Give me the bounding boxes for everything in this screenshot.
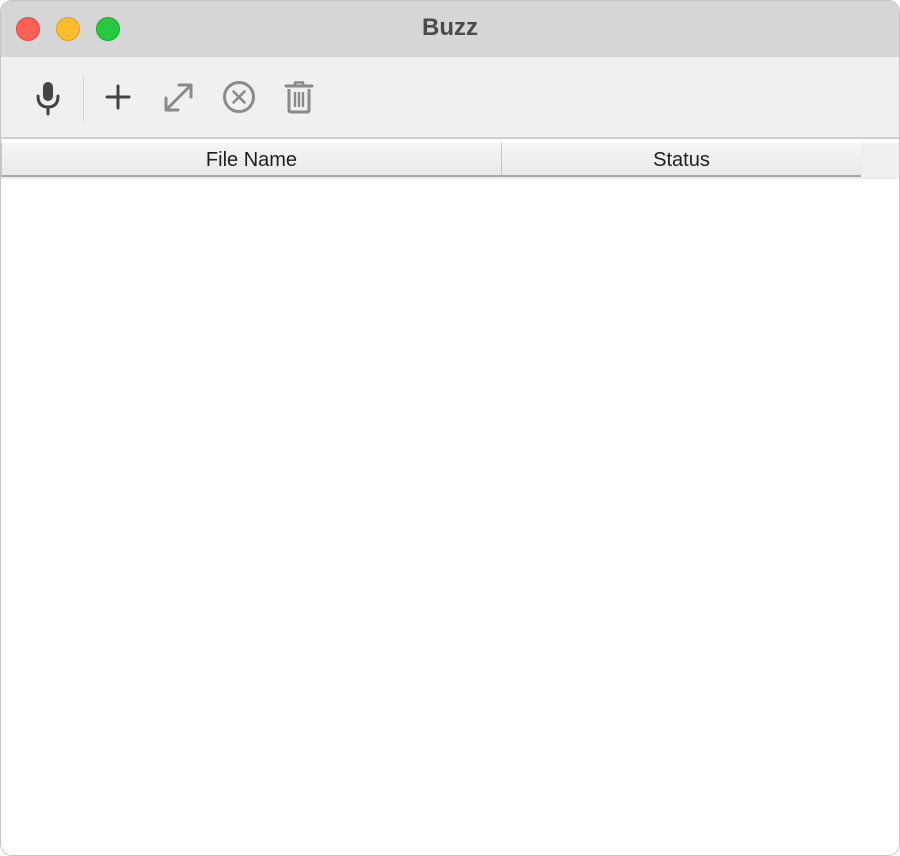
column-header-file-name[interactable]: File Name: [1, 143, 502, 177]
toolbar: [1, 57, 899, 139]
delete-transcription-button[interactable]: [279, 77, 319, 117]
window-title: Buzz: [422, 14, 478, 41]
table-body[interactable]: [1, 179, 899, 855]
column-header-status[interactable]: Status: [502, 143, 861, 177]
header-filler: [862, 143, 899, 177]
expand-icon: [164, 83, 193, 112]
plus-icon: [105, 84, 131, 110]
stop-transcription-button[interactable]: [219, 77, 259, 117]
trash-icon: [284, 81, 314, 114]
cancel-circle-icon: [223, 81, 255, 113]
record-button[interactable]: [28, 77, 68, 117]
open-transcript-button[interactable]: [158, 77, 198, 117]
app-window: Buzz File Name Status: [0, 0, 900, 856]
microphone-icon: [36, 82, 60, 116]
add-file-button[interactable]: [98, 77, 138, 117]
table-header: File Name Status: [1, 143, 899, 179]
title-bar[interactable]: Buzz: [1, 1, 899, 57]
toolbar-separator: [83, 75, 84, 121]
transcriptions-table[interactable]: File Name Status: [1, 139, 899, 855]
